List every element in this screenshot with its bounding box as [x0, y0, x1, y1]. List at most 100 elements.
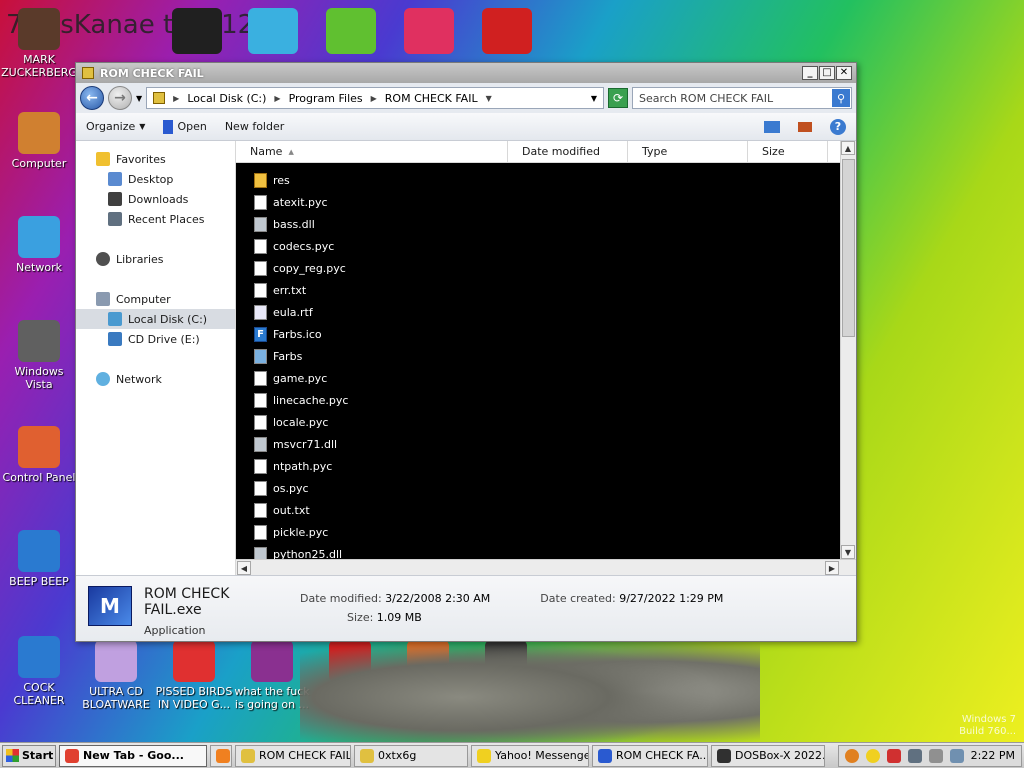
- address-bar[interactable]: ▶ Local Disk (C:) ▶ Program Files ▶ ROM …: [146, 87, 604, 109]
- file-list[interactable]: res atexit.pyc bass.dll codecs.pyc copy_reg.…: [236, 163, 856, 559]
- file-row[interactable]: res: [236, 169, 840, 191]
- scroll-up-icon[interactable]: ▲: [841, 141, 855, 155]
- cd-drive-icon: [108, 332, 122, 346]
- address-dropdown-icon[interactable]: ▼: [591, 94, 597, 103]
- taskbar-item[interactable]: Yahoo! Messenger: [471, 744, 589, 767]
- desktop-icon[interactable]: PISSED BIRDS IN VIDEO G...: [155, 640, 233, 711]
- file-row[interactable]: locale.pyc: [236, 411, 840, 433]
- taskbar-item[interactable]: DOSBox-X 2022...: [711, 744, 825, 767]
- open-button[interactable]: Open: [163, 119, 207, 134]
- scroll-right-icon[interactable]: ▶: [825, 561, 839, 575]
- breadcrumb-separator[interactable]: ▼: [486, 94, 492, 103]
- maximize-button[interactable]: □: [819, 66, 835, 80]
- nav-network[interactable]: Network: [76, 369, 235, 389]
- vertical-scrollbar[interactable]: ▲ ▼: [840, 141, 856, 559]
- organize-button[interactable]: Organize ▼: [86, 120, 145, 133]
- help-icon[interactable]: ?: [830, 118, 846, 135]
- taskbar-item[interactable]: ROM CHECK FAIL: [235, 744, 351, 767]
- desktop-icon[interactable]: ULTRA CD BLOATWARE: [77, 640, 155, 711]
- file-name: Farbs.ico: [273, 327, 322, 341]
- nav-libraries[interactable]: Libraries: [76, 249, 235, 269]
- network-icon[interactable]: [907, 748, 922, 763]
- scroll-left-icon[interactable]: ◀: [237, 561, 251, 575]
- desktop-top-icon[interactable]: DEV C++: [482, 8, 532, 54]
- breadcrumb-separator[interactable]: ▶: [173, 94, 179, 103]
- file-row[interactable]: python25.dll: [236, 543, 840, 559]
- column-size[interactable]: Size: [748, 141, 828, 162]
- minimize-button[interactable]: _: [802, 66, 818, 80]
- taskbar-item[interactable]: New Tab - Goo...: [59, 744, 207, 767]
- scroll-down-icon[interactable]: ▼: [841, 545, 855, 559]
- nav-downloads[interactable]: Downloads: [76, 189, 235, 209]
- file-row[interactable]: atexit.pyc: [236, 191, 840, 213]
- wallpaper-sneakers: [300, 630, 760, 742]
- desktop-top-icon[interactable]: cmd: [172, 8, 222, 54]
- horizontal-scrollbar[interactable]: ◀ ▶: [236, 559, 856, 575]
- nav-cd-drive[interactable]: CD Drive (E:): [76, 329, 235, 349]
- desktop-top-icon[interactable]: P: [404, 8, 454, 54]
- taskbar-item[interactable]: ROM CHECK FA...: [592, 744, 708, 767]
- file-row[interactable]: codecs.pyc: [236, 235, 840, 257]
- volume-icon[interactable]: [928, 748, 943, 763]
- nav-recent-places[interactable]: Recent Places: [76, 209, 235, 229]
- breadcrumb-separator[interactable]: ▶: [274, 94, 280, 103]
- desktop-icon[interactable]: MARK ZUCKERBERG: [0, 8, 78, 79]
- messenger-icon[interactable]: [865, 748, 880, 763]
- breadcrumb-separator[interactable]: ▶: [371, 94, 377, 103]
- notification-icon[interactable]: [949, 748, 964, 763]
- file-row[interactable]: F Farbs.ico: [236, 323, 840, 345]
- new-folder-button[interactable]: New folder: [225, 120, 284, 133]
- search-input[interactable]: Search ROM CHECK FAIL ⚲: [632, 87, 852, 109]
- nav-local-disk[interactable]: Local Disk (C:): [76, 309, 235, 329]
- search-icon[interactable]: ⚲: [832, 89, 850, 107]
- desktop-icon[interactable]: BEEP BEEP: [0, 530, 78, 588]
- desktop-icon[interactable]: Network: [0, 216, 78, 274]
- desktop-icon[interactable]: Control Panel: [0, 426, 78, 484]
- breadcrumb-local-disk[interactable]: Local Disk (C:): [187, 92, 266, 105]
- file-row[interactable]: os.pyc: [236, 477, 840, 499]
- recent-pages-dropdown-icon[interactable]: ▼: [136, 94, 142, 103]
- column-type[interactable]: Type: [628, 141, 748, 162]
- security-icon[interactable]: [886, 748, 901, 763]
- desktop-icon[interactable]: Computer: [0, 112, 78, 170]
- file-file-icon: [254, 502, 267, 518]
- nav-computer[interactable]: Computer: [76, 289, 235, 309]
- file-file-icon: [254, 480, 267, 496]
- file-row[interactable]: err.txt: [236, 279, 840, 301]
- breadcrumb-rom-check-fail[interactable]: ROM CHECK FAIL: [385, 92, 478, 105]
- desktop-top-icon[interactable]: files: [248, 8, 298, 54]
- start-button[interactable]: Start: [2, 744, 56, 767]
- column-date-modified[interactable]: Date modified: [508, 141, 628, 162]
- window-titlebar[interactable]: ROM CHECK FAIL _ □ ✕: [76, 63, 856, 83]
- file-row[interactable]: linecache.pyc: [236, 389, 840, 411]
- file-row[interactable]: msvcr71.dll: [236, 433, 840, 455]
- file-row[interactable]: copy_reg.pyc: [236, 257, 840, 279]
- close-button[interactable]: ✕: [836, 66, 852, 80]
- column-name[interactable]: Name ▲: [236, 141, 508, 162]
- desktop-icon[interactable]: Windows Vista: [0, 320, 78, 391]
- file-row[interactable]: out.txt: [236, 499, 840, 521]
- desktop-top-icon[interactable]: pig: [326, 8, 376, 54]
- forward-button[interactable]: →: [108, 86, 132, 110]
- scrollbar-thumb[interactable]: [842, 159, 855, 337]
- view-options-icon[interactable]: [764, 120, 780, 133]
- file-row[interactable]: ntpath.pyc: [236, 455, 840, 477]
- nav-desktop[interactable]: Desktop: [76, 169, 235, 189]
- taskbar-item[interactable]: 0xtx6g: [354, 744, 468, 767]
- file-row[interactable]: eula.rtf: [236, 301, 840, 323]
- file-row[interactable]: game.pyc: [236, 367, 840, 389]
- search-icon[interactable]: [844, 748, 859, 763]
- taskbar-item[interactable]: [210, 744, 232, 767]
- preview-pane-icon[interactable]: [798, 121, 812, 132]
- desktop-icon[interactable]: COCK CLEANER: [0, 636, 78, 707]
- file-row[interactable]: Farbs: [236, 345, 840, 367]
- file-row[interactable]: pickle.pyc: [236, 521, 840, 543]
- file-row[interactable]: bass.dll: [236, 213, 840, 235]
- breadcrumb-program-files[interactable]: Program Files: [289, 92, 363, 105]
- back-button[interactable]: ←: [80, 86, 104, 110]
- refresh-button[interactable]: ⟳: [608, 88, 628, 108]
- nav-favorites[interactable]: Favorites: [76, 149, 235, 169]
- clock[interactable]: 2:22 PM: [971, 749, 1015, 762]
- file-name: os.pyc: [273, 481, 309, 495]
- nav-label: Computer: [116, 292, 171, 306]
